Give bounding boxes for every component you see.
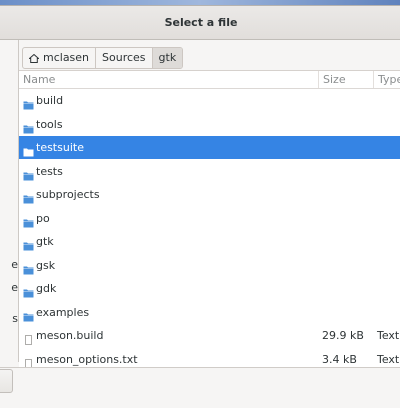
file-name: gtk — [36, 235, 54, 248]
sidebar-item-partial[interactable]: s — [0, 312, 18, 325]
file-name: tools — [36, 117, 63, 131]
folder-icon — [23, 260, 34, 274]
file-row[interactable]: meson.build 29.9 kB Text — [19, 324, 400, 347]
column-header: Name Size Type — [19, 71, 400, 89]
folder-icon — [23, 236, 34, 251]
file-row[interactable]: build — [19, 89, 400, 112]
file-row[interactable]: testsuite — [19, 136, 400, 159]
column-size[interactable]: Size — [323, 71, 346, 88]
column-type[interactable]: Type — [378, 71, 400, 88]
file-name: meson.build — [36, 329, 104, 342]
file-row[interactable]: gdk — [19, 277, 400, 300]
file-row[interactable]: meson_options.txt 3.4 kB Text — [19, 348, 400, 367]
file-name: build — [36, 94, 64, 107]
file-name: meson_options.txt — [36, 352, 138, 366]
column-name[interactable]: Name — [23, 71, 55, 88]
sidebar-item-partial[interactable]: e — [0, 258, 18, 271]
file-row[interactable]: tools — [19, 113, 400, 136]
file-name: examples — [36, 305, 90, 319]
file-name: subprojects — [36, 188, 100, 201]
file-row[interactable]: gsk — [19, 254, 400, 277]
file-size: 3.4 kB — [322, 352, 357, 366]
file-list: Name Size Type build tools testsuite tests s… — [19, 70, 400, 367]
folder-icon — [23, 283, 34, 298]
sidebar-item-partial[interactable]: e — [0, 281, 18, 294]
file-icon — [23, 354, 34, 367]
folder-icon — [23, 119, 34, 133]
folder-icon — [23, 307, 34, 321]
file-row[interactable]: gtk — [19, 230, 400, 253]
crumb-home[interactable]: mclasen — [23, 48, 97, 68]
folder-icon — [23, 142, 34, 157]
column-separator[interactable] — [373, 71, 374, 88]
crumb-label: gtk — [158, 51, 177, 64]
file-type: Text — [377, 329, 400, 342]
crumb-sources[interactable]: Sources — [96, 48, 153, 68]
crumb-gtk[interactable]: gtk — [152, 48, 183, 68]
column-separator[interactable] — [318, 71, 319, 88]
folder-icon — [23, 189, 34, 204]
dialog-footer — [0, 367, 400, 408]
file-size: 29.9 kB — [322, 329, 364, 342]
dialog-title: Select a file — [0, 6, 400, 40]
file-row[interactable]: subprojects — [19, 183, 400, 206]
file-name: gdk — [36, 282, 57, 295]
file-row[interactable]: tests — [19, 160, 400, 183]
path-bar: mclasen Sources gtk — [22, 47, 184, 69]
file-name: tests — [36, 164, 63, 178]
file-name: gsk — [36, 258, 56, 272]
filter-dropdown-button[interactable] — [0, 369, 13, 393]
file-icon — [23, 330, 34, 345]
folder-icon — [23, 213, 34, 227]
file-name: testsuite — [36, 141, 84, 154]
crumb-label: mclasen — [43, 51, 90, 64]
file-chooser-dialog: Select a file e e s mclasen Sources gtk … — [0, 5, 400, 408]
folder-icon — [23, 166, 34, 180]
file-row[interactable]: examples — [19, 301, 400, 324]
folder-icon — [23, 95, 34, 110]
places-sidebar: e e s — [0, 40, 19, 362]
crumb-label: Sources — [102, 51, 146, 64]
home-icon — [29, 53, 39, 63]
file-row[interactable]: po — [19, 207, 400, 230]
file-type: Text — [377, 352, 400, 366]
file-name: po — [36, 211, 50, 225]
